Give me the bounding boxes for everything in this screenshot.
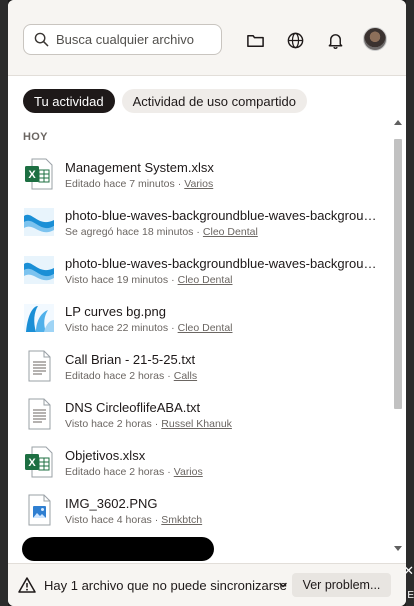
- folder-icon: [246, 34, 264, 47]
- warning-icon: [18, 577, 36, 593]
- list-item[interactable]: photo-blue-waves-backgroundblue-waves-ba…: [8, 198, 392, 246]
- image-thumbnail-icon: [24, 256, 54, 284]
- file-meta: Se agregó hace 18 minutos · Cleo Dental: [65, 226, 258, 238]
- scroll-down-arrow-icon[interactable]: [394, 546, 402, 551]
- file-meta: Editado hace 2 horas · Varios: [65, 466, 203, 478]
- file-name: IMG_3602.PNG: [65, 496, 158, 511]
- redacted-item: [22, 537, 214, 561]
- list-item[interactable]: X Objetivos.xlsx Editado hace 2 horas · Va…: [8, 438, 392, 486]
- file-location-link[interactable]: Cleo Dental: [203, 226, 258, 238]
- tab-sharing-activity[interactable]: Actividad de uso compartido: [121, 89, 307, 113]
- activity-tabs: Tu actividad Actividad de uso compartido: [23, 89, 307, 113]
- file-name: LP curves bg.png: [65, 304, 166, 319]
- list-item[interactable]: Call Brian - 21-5-25.txt Editado hace 2 …: [8, 342, 392, 390]
- file-action: Editado hace 2 horas: [65, 370, 165, 382]
- file-name: Objetivos.xlsx: [65, 448, 146, 463]
- notifications-button[interactable]: [324, 29, 346, 51]
- panel-header: Busca cualquier archivo: [8, 0, 406, 76]
- activity-list: X Management System.xlsx Editado hace 7 …: [8, 150, 392, 534]
- file-action: Visto hace 4 horas: [65, 514, 152, 526]
- file-meta: Visto hace 19 minutos · Cleo Dental: [65, 274, 233, 286]
- view-problems-button[interactable]: Ver problem...: [292, 573, 391, 597]
- file-location-link[interactable]: Varios: [174, 466, 203, 478]
- file-action: Visto hace 19 minutos: [65, 274, 169, 286]
- file-action: Visto hace 22 minutos: [65, 322, 169, 334]
- background-text-fragment: E: [407, 590, 414, 601]
- background-right: ✕ E: [403, 0, 414, 606]
- globe-icon: [287, 32, 303, 48]
- chevron-down-icon[interactable]: [278, 580, 288, 590]
- file-location-link[interactable]: Russel Khanuk: [161, 418, 232, 430]
- image-thumbnail-icon: [24, 304, 54, 332]
- file-meta: Visto hace 2 horas · Russel Khanuk: [65, 418, 232, 430]
- list-item[interactable]: LP curves bg.png Visto hace 22 minutos · C…: [8, 294, 392, 342]
- file-name: photo-blue-waves-backgroundblue-waves-ba…: [65, 256, 377, 271]
- file-action: Editado hace 2 horas: [65, 466, 165, 478]
- file-action: Se agregó hace 18 minutos: [65, 226, 194, 238]
- background-left: [0, 0, 8, 606]
- list-item[interactable]: X Management System.xlsx Editado hace 7 …: [8, 150, 392, 198]
- svg-text:X: X: [28, 169, 36, 181]
- file-location-link[interactable]: Smkbtch: [161, 514, 202, 526]
- section-label-today: HOY: [23, 131, 48, 143]
- search-placeholder: Busca cualquier archivo: [56, 32, 195, 47]
- search-icon: [34, 32, 49, 47]
- text-file-icon: [28, 350, 51, 382]
- file-name: photo-blue-waves-backgroundblue-waves-ba…: [65, 208, 377, 223]
- excel-file-icon: X: [25, 446, 53, 478]
- image-thumbnail-icon: [24, 208, 54, 236]
- file-action: Editado hace 7 minutos: [65, 178, 175, 190]
- file-name: DNS CircleoflifeABA.txt: [65, 400, 201, 415]
- list-item[interactable]: photo-blue-waves-backgroundblue-waves-ba…: [8, 246, 392, 294]
- file-location-link[interactable]: Cleo Dental: [178, 274, 233, 286]
- file-meta: Visto hace 22 minutos · Cleo Dental: [65, 322, 233, 334]
- web-button[interactable]: [284, 29, 306, 51]
- svg-text:X: X: [28, 457, 36, 469]
- sync-status-bar: Hay 1 archivo que no puede sincronizarse…: [8, 563, 406, 606]
- folder-button[interactable]: [244, 29, 266, 51]
- list-item[interactable]: DNS CircleoflifeABA.txt Visto hace 2 hor…: [8, 390, 392, 438]
- file-meta: Visto hace 4 horas · Smkbtch: [65, 514, 203, 526]
- list-item[interactable]: IMG_3602.PNG Visto hace 4 horas · Smkbtch: [8, 486, 392, 534]
- text-file-icon: [28, 398, 51, 430]
- scroll-up-arrow-icon[interactable]: [394, 120, 402, 125]
- search-input[interactable]: Busca cualquier archivo: [23, 24, 222, 55]
- scrollbar[interactable]: [393, 120, 403, 560]
- file-name: Call Brian - 21-5-25.txt: [65, 352, 196, 367]
- sync-status-message: Hay 1 archivo que no puede sincronizarse: [44, 578, 287, 593]
- excel-file-icon: X: [25, 158, 53, 190]
- tab-your-activity[interactable]: Tu actividad: [23, 89, 115, 113]
- image-file-icon: [28, 494, 51, 526]
- file-location-link[interactable]: Varios: [184, 178, 213, 190]
- activity-panel: Busca cualquier archivo Tu actividad Act…: [8, 0, 406, 606]
- file-meta: Editado hace 2 horas · Calls: [65, 370, 198, 382]
- scrollbar-thumb[interactable]: [394, 139, 402, 409]
- file-location-link[interactable]: Cleo Dental: [178, 322, 233, 334]
- file-action: Visto hace 2 horas: [65, 418, 152, 430]
- file-meta: Editado hace 7 minutos · Varios: [65, 178, 214, 190]
- avatar[interactable]: [363, 27, 387, 51]
- file-name: Management System.xlsx: [65, 160, 214, 175]
- file-location-link[interactable]: Calls: [174, 370, 197, 382]
- bell-icon: [328, 33, 342, 49]
